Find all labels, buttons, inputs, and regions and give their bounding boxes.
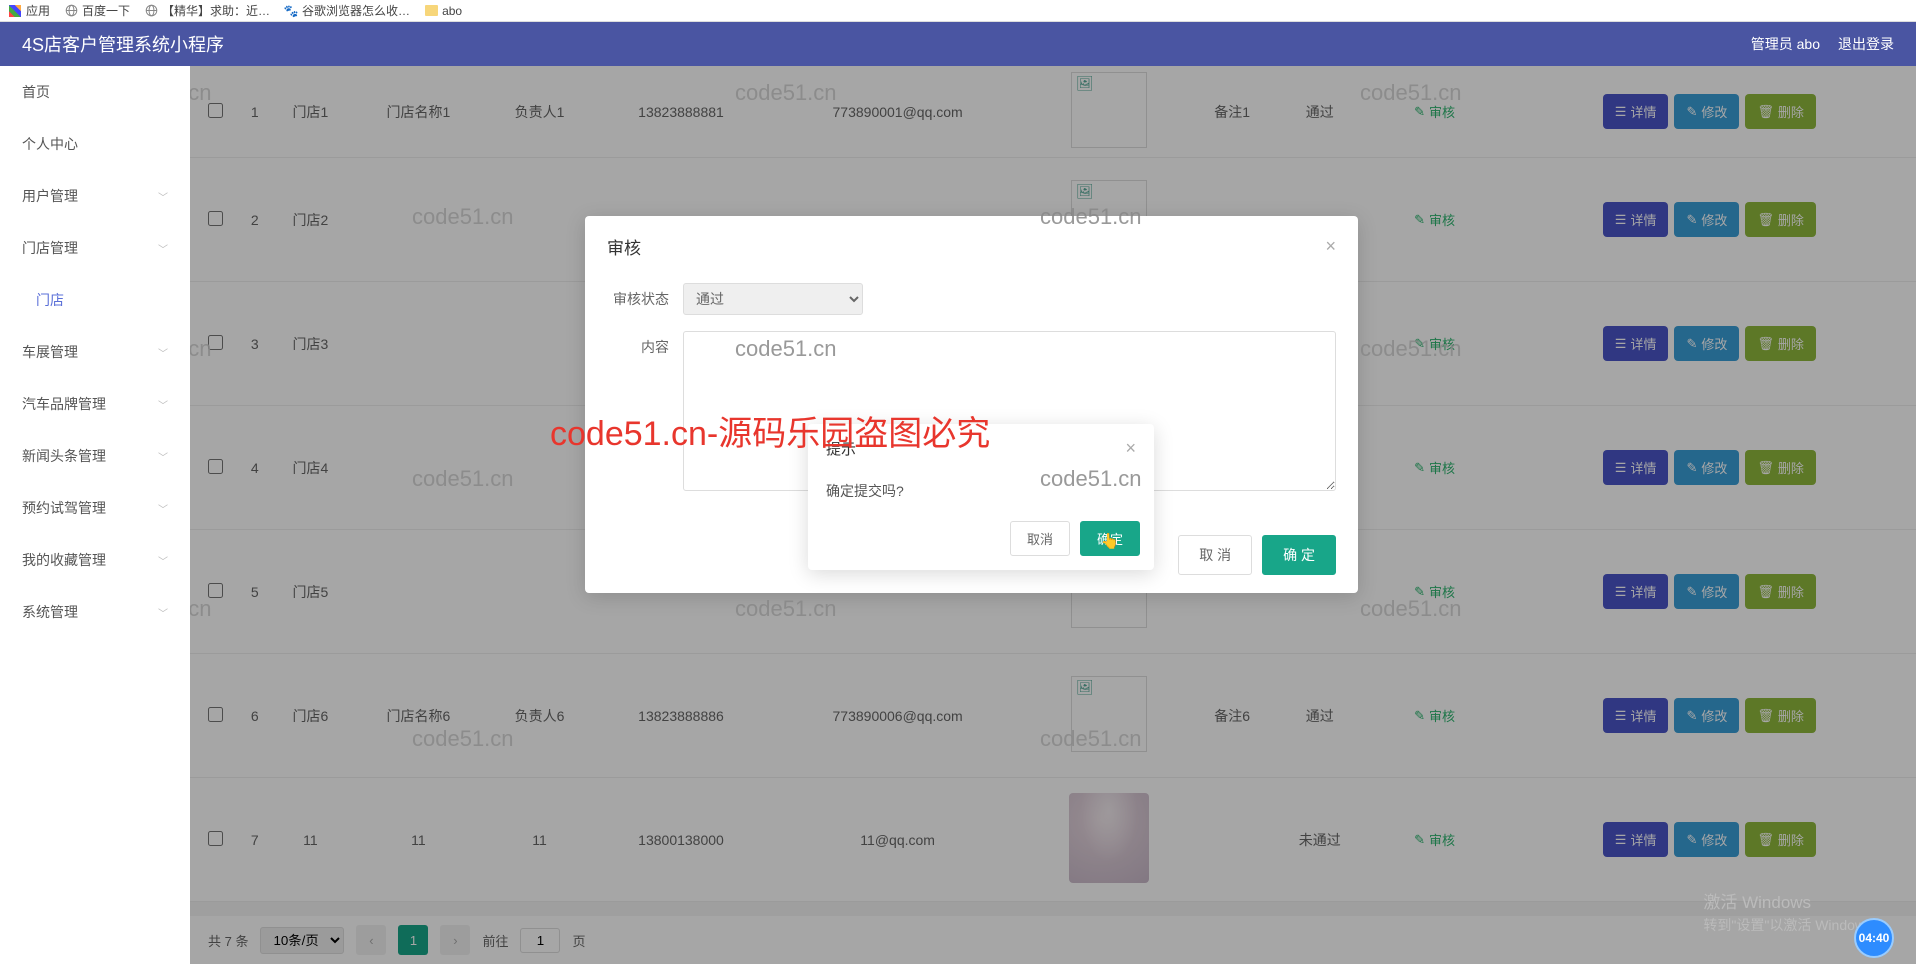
apps-icon: [9, 5, 21, 17]
sidebar-item-brand[interactable]: 汽车品牌管理﹀: [0, 378, 190, 430]
audit-status-label: 审核状态: [607, 283, 683, 309]
audit-dialog-title: 审核: [607, 234, 641, 259]
logout-link[interactable]: 退出登录: [1838, 34, 1894, 54]
prompt-cancel-button[interactable]: 取消: [1010, 521, 1070, 556]
chevron-down-icon: ﹀: [158, 397, 168, 412]
chevron-down-icon: ﹀: [158, 605, 168, 620]
globe-icon: [64, 4, 78, 18]
sidebar-item-store-sub[interactable]: 门店: [0, 274, 190, 326]
chevron-down-icon: ﹀: [158, 189, 168, 204]
folder-icon: [424, 4, 438, 18]
chevron-down-icon: ﹀: [158, 449, 168, 464]
bookmark-google[interactable]: 🐾谷歌浏览器怎么收…: [284, 2, 410, 19]
bookmark-baidu[interactable]: 百度一下: [64, 2, 130, 19]
sidebar-item-stores[interactable]: 门店管理﹀: [0, 222, 190, 274]
app-header: 4S店客户管理系统小程序 管理员 abo 退出登录: [0, 22, 1916, 66]
audit-close-icon[interactable]: ×: [1325, 236, 1336, 257]
sidebar-item-testdrive[interactable]: 预约试驾管理﹀: [0, 482, 190, 534]
prompt-message: 确定提交吗?: [826, 483, 904, 499]
prompt-dialog: 提示 × 确定提交吗? 取消 确定👆: [808, 424, 1154, 570]
floating-clock[interactable]: 04:40: [1854, 918, 1894, 958]
admin-label[interactable]: 管理员 abo: [1751, 34, 1820, 54]
bookmark-apps[interactable]: 应用: [8, 2, 50, 19]
chevron-down-icon: ﹀: [158, 501, 168, 516]
audit-status-select[interactable]: 通过: [683, 283, 863, 315]
prompt-title: 提示: [826, 438, 856, 459]
chevron-down-icon: ﹀: [158, 553, 168, 568]
sidebar-item-news[interactable]: 新闻头条管理﹀: [0, 430, 190, 482]
prompt-ok-button[interactable]: 确定👆: [1080, 521, 1140, 556]
sidebar-item-carshow[interactable]: 车展管理﹀: [0, 326, 190, 378]
audit-ok-button[interactable]: 确 定: [1262, 535, 1336, 575]
paw-icon: 🐾: [284, 4, 298, 18]
app-title: 4S店客户管理系统小程序: [22, 31, 224, 57]
chevron-down-icon: ﹀: [158, 241, 168, 256]
sidebar-item-home[interactable]: 首页: [0, 66, 190, 118]
sidebar-item-profile[interactable]: 个人中心: [0, 118, 190, 170]
cursor-icon: 👆: [1101, 531, 1120, 549]
bookmark-abo[interactable]: abo: [424, 4, 462, 18]
prompt-close-icon[interactable]: ×: [1125, 438, 1136, 459]
globe-icon: [144, 4, 158, 18]
main-area: 1门店1门店名称1负责人113823888881773890001@qq.com…: [190, 66, 1916, 964]
audit-content-label: 内容: [607, 331, 683, 357]
sidebar-item-favorites[interactable]: 我的收藏管理﹀: [0, 534, 190, 586]
browser-bookmarks-bar: 应用 百度一下 【精华】求助：近… 🐾谷歌浏览器怎么收… abo: [0, 0, 1916, 22]
sidebar: 首页 个人中心 用户管理﹀ 门店管理﹀ 门店 车展管理﹀ 汽车品牌管理﹀ 新闻头…: [0, 66, 190, 964]
audit-cancel-button[interactable]: 取 消: [1178, 535, 1252, 575]
sidebar-item-system[interactable]: 系统管理﹀: [0, 586, 190, 638]
bookmark-jinghua[interactable]: 【精华】求助：近…: [144, 2, 270, 19]
chevron-down-icon: ﹀: [158, 345, 168, 360]
sidebar-item-users[interactable]: 用户管理﹀: [0, 170, 190, 222]
